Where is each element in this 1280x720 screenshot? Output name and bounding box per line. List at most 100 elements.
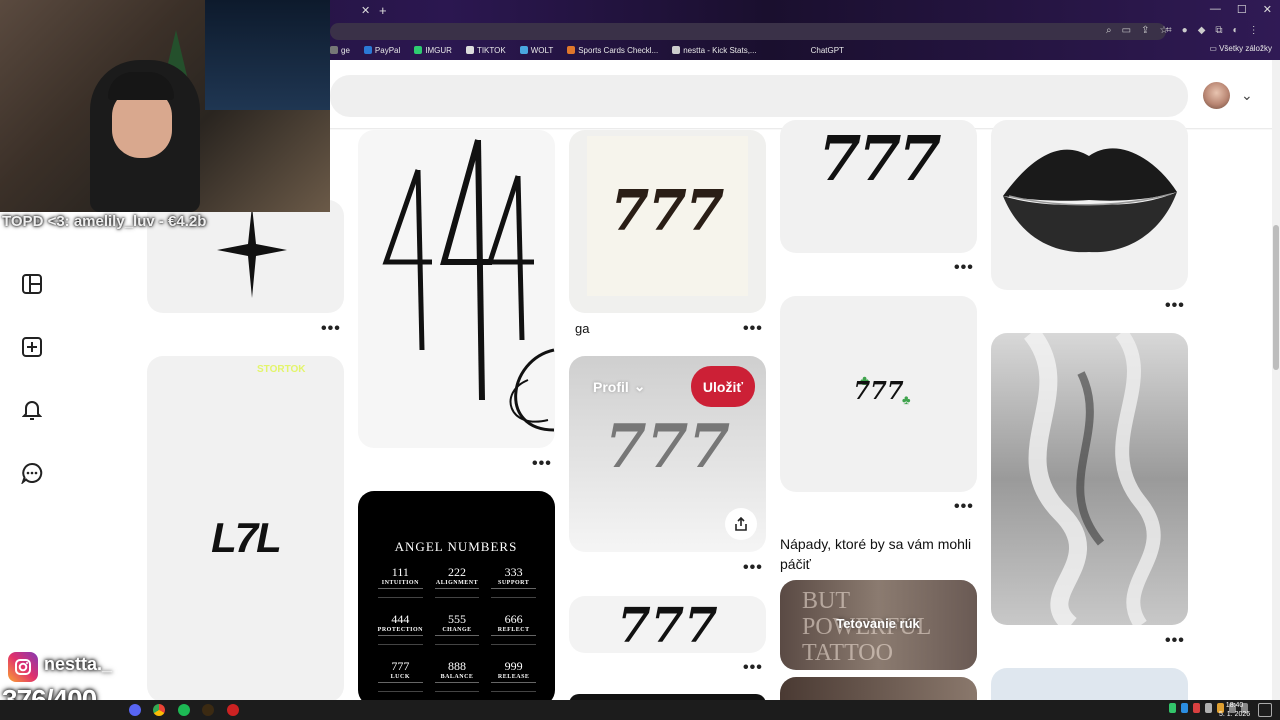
bookmark-favicon-icon [414,46,423,54]
minimize-icon[interactable]: — [1210,3,1221,16]
address-bar-actions: ⌕ ▭ ⇪ ☆ [1106,25,1168,36]
share-page-icon[interactable]: ⇪ [1141,25,1149,36]
webcam-overlay [0,0,330,212]
lips-icon [1003,148,1177,253]
messages-icon[interactable] [18,459,46,487]
boards-icon[interactable] [18,270,46,298]
scrollbar[interactable] [1272,60,1280,700]
pin-more-button[interactable]: ••• [743,559,763,577]
angel-item: 555 CHANGE [429,612,486,645]
pin-glyph: L7L [211,514,282,561]
pin-777-text: 777 [604,412,731,482]
bookmark-item[interactable]: ge [330,46,350,55]
bookmarks-bar: ge PayPal IMGUR TIKTOK WOLT Sports Cards… [330,42,1280,58]
new-tab-icon[interactable]: + [379,3,387,18]
bookmark-favicon-icon [519,46,528,54]
tray-icon[interactable] [1205,703,1212,713]
share-icon[interactable] [725,508,757,540]
pin-angel-numbers[interactable]: ANGEL NUMBERS 111 INTUITION 222 ALIGNMENT … [358,491,555,706]
pin-more-button[interactable]: ••• [1165,297,1185,315]
ideas-section-title: Nápady, ktoré by sa vám mohli páčiť [780,536,972,572]
bookmark-favicon-icon [465,46,474,54]
bookmark-item[interactable]: ChatGPT [811,46,844,55]
pin-777-text: 777 [611,178,725,243]
idea-card-hand-tattoo[interactable]: BUT POWERFUL TATTOO Tetovanie rúk [780,580,977,670]
bookmark-item[interactable]: PayPal [363,46,400,55]
extensions-puzzle-icon[interactable]: ⧉ [1215,25,1222,36]
bookmark-item[interactable]: WOLT [519,46,553,55]
bookmark-item[interactable]: TIKTOK [465,46,506,55]
pin-more-button[interactable]: ••• [954,498,974,516]
taskbar [0,700,1280,720]
stream-alert-text: TOPD <3: amelily_luv - €4.2b [2,213,207,230]
pin-more-button[interactable]: ••• [954,259,974,277]
zoom-icon[interactable]: ⌕ [1106,25,1112,36]
pin-smoke[interactable] [991,333,1188,625]
pin-444[interactable] [358,130,555,448]
pin-777-text: 777 [853,376,904,405]
bell-icon[interactable] [18,396,46,424]
pin-l7l[interactable]: STORTOK L7L [147,356,344,702]
notification-icon[interactable] [1258,703,1272,717]
pin-more-button[interactable]: ••• [743,659,763,677]
pin-777-clover[interactable]: ♣ 777 ♣ [780,296,977,492]
tray-icon[interactable] [1193,703,1200,713]
pin-watermark: STORTOK [257,364,306,375]
bookmark-favicon-icon [363,46,372,54]
angel-item: 333 SUPPORT [485,565,542,598]
pin-more-button[interactable]: ••• [1165,632,1185,650]
pin-777-text: 777 [617,598,718,653]
tab-strip [330,0,1280,22]
folder-icon: ▭ [1209,44,1220,53]
angel-item: 777 LUCK [372,659,429,692]
search-input[interactable] [330,75,1188,117]
pin-more-button[interactable]: ••• [532,455,552,473]
pin-444-art [382,139,555,432]
pin-lips[interactable] [991,120,1188,290]
profile-icon[interactable]: ◐ [1233,25,1239,36]
chevron-down-icon: ⌄ [633,378,646,394]
pin-777-gothic[interactable]: 777 [780,120,977,253]
pin-more-button[interactable]: ••• [321,320,341,338]
app-icon[interactable] [202,704,214,716]
bookmark-favicon-icon [330,46,338,54]
extension-icon[interactable]: ◆ [1198,25,1206,36]
stream-ig-handle: nestta._ [44,654,113,674]
app-icon[interactable] [227,704,239,716]
tray-icon[interactable] [1181,703,1188,713]
pin-777-cream[interactable]: 777 [569,130,766,313]
menu-kebab-icon[interactable]: ⋮ [1249,25,1259,36]
board-select-button[interactable]: Profil ⌄ [593,378,646,395]
maximize-icon[interactable]: ☐ [1237,3,1247,16]
create-icon[interactable] [18,333,46,361]
window-controls: — ☐ ✕ [1210,3,1272,16]
avatar[interactable] [1203,82,1230,109]
taskbar-clock[interactable]: 18:40 5. 1. 2026 [1219,701,1250,719]
save-button[interactable]: Uložiť [691,366,755,407]
bookmark-item[interactable]: nestta - Kick Stats,... [672,46,757,55]
pin-777-hovered[interactable]: 777 Profil ⌄ Uložiť [569,356,766,552]
chevron-down-icon[interactable]: ⌄ [1241,87,1253,104]
bookmark-item[interactable]: Sports Cards Checkl... [567,46,658,55]
pin-more-button[interactable]: ••• [743,320,763,338]
chrome-icon[interactable] [153,704,165,716]
extension-icon[interactable]: ● [1182,25,1188,36]
scrollbar-thumb[interactable] [1273,225,1279,370]
spotify-icon[interactable] [178,704,190,716]
extension-icon[interactable]: ⌗ [1166,25,1172,36]
webcam-cap [108,72,174,100]
pin-777-old-english[interactable]: 777 [569,596,766,653]
extension-icons: ⌗ ● ◆ ⧉ ◐ ⋮ [1166,25,1259,36]
close-window-icon[interactable]: ✕ [1263,3,1272,16]
tab-close-icon[interactable]: ✕ [361,4,370,17]
angel-item: 444 PROTECTION [372,612,429,645]
address-bar[interactable] [330,23,1166,40]
bookmark-item[interactable]: IMGUR [414,46,452,55]
tray-icon[interactable] [1169,703,1176,713]
pin-777-text: 777 [818,122,941,195]
angel-grid: 111 INTUITION 222 ALIGNMENT 333 SUPPORT 444… [372,565,542,692]
all-bookmarks-link[interactable]: ▭ Všetky záložky [1209,44,1272,53]
idea-card-label: Tetovanie rúk [836,616,920,631]
discord-icon[interactable] [129,704,141,716]
cast-icon[interactable]: ▭ [1122,25,1131,36]
